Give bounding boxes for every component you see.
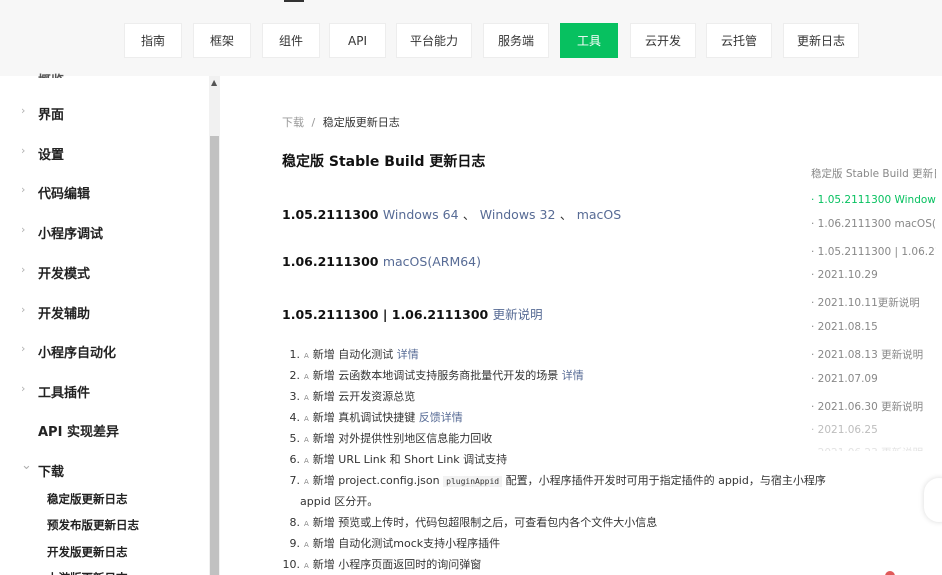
breadcrumb-link-download[interactable]: 下载 — [282, 116, 304, 129]
chevron-right-icon: › — [21, 263, 26, 276]
tag-a: A — [304, 394, 309, 402]
sidebar-subitem-prerelease[interactable]: 预发布版更新日志 — [47, 517, 139, 533]
scroll-up-arrow-icon[interactable]: ▲ — [211, 78, 217, 87]
sidebar-item-overview[interactable]: 概览 — [38, 70, 64, 78]
download-link-windows32[interactable]: Windows 32 — [480, 207, 556, 222]
feedback-detail-link[interactable]: 反馈详情 — [419, 411, 463, 424]
sidebar-item-automation[interactable]: 小程序自动化 — [38, 342, 116, 361]
toc-item[interactable]: · 2021.10.11更新说明 — [811, 295, 936, 310]
toc-item[interactable]: · 1.06.2111300 macOS(ARM64) — [811, 218, 936, 230]
version-number: 1.05.2111300 | 1.06.2111300 — [282, 307, 489, 322]
toc-item[interactable]: · 2021.08.13 更新说明 — [811, 347, 936, 362]
list-item: 1. A 新增 自动化测试 详情 — [289, 348, 419, 361]
sidebar-item-interface[interactable]: 界面 — [38, 104, 64, 123]
tag-a: A — [304, 457, 309, 465]
download-link-macos[interactable]: macOS — [577, 207, 621, 222]
chevron-right-icon: › — [21, 223, 26, 236]
separator: 、 — [462, 207, 476, 222]
chevron-right-icon: › — [21, 382, 26, 395]
tag-a: A — [304, 541, 309, 549]
top-navigation: 指南 框架 组件 API 平台能力 服务端 工具 云开发 云托管 更新日志 — [0, 0, 942, 76]
sidebar-item-code-edit[interactable]: 代码编辑 — [38, 183, 90, 202]
sidebar-subitem-nightly[interactable]: 开发版更新日志 — [47, 544, 128, 560]
tag-a: A — [304, 415, 309, 423]
chevron-right-icon: › — [21, 342, 26, 355]
toc-item[interactable]: · 2021.08.15 — [811, 321, 936, 333]
sidebar-subitem-upstream[interactable]: 上游版更新日志 — [47, 570, 128, 575]
list-item: 2. A 新增 云函数本地调试支持服务商批量代开发的场景 详情 — [289, 369, 584, 382]
toc-item[interactable]: · 2021.06.23 更新说明 — [811, 445, 936, 451]
nav-guide[interactable]: 指南 — [124, 23, 182, 58]
download-link-windows64[interactable]: Windows 64 — [383, 207, 459, 222]
sidebar-item-debug[interactable]: 小程序调试 — [38, 223, 103, 242]
toc-item-active[interactable]: · 1.05.2111300 Windows 64、Windows 32、mac… — [811, 192, 936, 207]
version-row-2: 1.06.2111300 macOS(ARM64) — [282, 254, 481, 269]
breadcrumb-current: 稳定版更新日志 — [322, 116, 400, 129]
floating-action-button[interactable] — [924, 478, 942, 522]
list-item: 6. A 新增 URL Link 和 Short Link 调试支持 — [289, 453, 508, 466]
tag-a: A — [304, 520, 309, 528]
nav-api[interactable]: API — [329, 23, 386, 58]
sidebar-item-download[interactable]: 下载 — [38, 461, 64, 480]
breadcrumb-separator: / — [311, 116, 316, 129]
version-row-1: 1.05.2111300 Windows 64 、 Windows 32 、 m… — [282, 204, 621, 223]
list-item: 4. A 新增 真机调试快捷键 反馈详情 — [289, 411, 463, 424]
toc-item[interactable]: · 2021.06.30 更新说明 — [811, 399, 936, 414]
chevron-right-icon: › — [21, 183, 26, 196]
nav-server[interactable]: 服务端 — [483, 23, 549, 58]
tag-a: A — [304, 352, 309, 360]
toc-item[interactable]: · 2021.10.29 — [811, 269, 936, 281]
separator: 、 — [559, 207, 573, 222]
sidebar-item-dev-mode[interactable]: 开发模式 — [38, 263, 90, 282]
detail-link[interactable]: 详情 — [562, 369, 584, 382]
detail-link[interactable]: 详情 — [397, 348, 419, 361]
breadcrumb: 下载 / 稳定版更新日志 — [282, 114, 400, 130]
list-item: 10. A 新增 小程序页面返回时的询问弹窗 — [282, 558, 482, 571]
nav-components[interactable]: 组件 — [262, 23, 320, 58]
list-item: 8. A 新增 预览或上传时，代码包超限制之后，可查看包内各个文件大小信息 — [289, 516, 658, 529]
sidebar-item-api-diff[interactable]: API 实现差异 — [38, 421, 119, 440]
toc-item[interactable]: · 1.05.2111300 | 1.06.2111300 更新说明 — [811, 244, 936, 259]
chevron-right-icon: › — [21, 144, 26, 157]
download-link-macos-arm64[interactable]: macOS(ARM64) — [383, 254, 481, 269]
chevron-right-icon: › — [21, 303, 26, 316]
version-row-3: 1.05.2111300 | 1.06.2111300 更新说明 — [282, 304, 543, 323]
inline-code: pluginAppid — [443, 476, 503, 487]
nav-tools[interactable]: 工具 — [560, 23, 618, 58]
list-item: 5. A 新增 对外提供性别地区信息能力回收 — [289, 432, 493, 445]
list-item: 9. A 新增 自动化测试mock支持小程序插件 — [289, 537, 501, 550]
release-notes-link[interactable]: 更新说明 — [493, 307, 543, 322]
nav-cloud-dev[interactable]: 云开发 — [630, 23, 696, 58]
toc-item[interactable]: · 2021.06.25 — [811, 424, 936, 436]
sidebar-item-settings[interactable]: 设置 — [38, 144, 64, 163]
chevron-down-icon: ⌄ — [21, 458, 32, 473]
active-indicator-line — [284, 0, 304, 2]
toc-item[interactable]: 稳定版 Stable Build 更新日志 — [811, 166, 936, 181]
tag-a: A — [304, 562, 309, 570]
list-item: 3. A 新增 云开发资源总览 — [289, 390, 416, 403]
version-number: 1.06.2111300 — [282, 254, 379, 269]
list-item: 7. A 新增 project.config.json pluginAppid 配置… — [289, 474, 826, 487]
nav-platform[interactable]: 平台能力 — [396, 23, 472, 58]
notification-dot — [885, 571, 895, 575]
sidebar-item-dev-assist[interactable]: 开发辅助 — [38, 303, 90, 322]
version-number: 1.05.2111300 — [282, 207, 379, 222]
page-title: 稳定版 Stable Build 更新日志 — [282, 154, 486, 170]
nav-cloud-host[interactable]: 云托管 — [706, 23, 772, 58]
tag-a: A — [304, 373, 309, 381]
nav-changelog[interactable]: 更新日志 — [783, 23, 859, 58]
tag-a: A — [304, 436, 309, 444]
sidebar-subitem-stable[interactable]: 稳定版更新日志 — [47, 491, 128, 507]
list-item-continuation: appid 区分开。 — [300, 495, 379, 508]
nav-framework[interactable]: 框架 — [193, 23, 251, 58]
chevron-right-icon: › — [21, 104, 26, 117]
sidebar-scrollbar-thumb[interactable] — [210, 136, 219, 575]
tag-a: A — [304, 478, 309, 486]
sidebar: 概览 › 界面 › 设置 › 代码编辑 › 小程序调试 › 开发模式 › 开发辅… — [0, 74, 220, 575]
toc-item[interactable]: · 2021.07.09 — [811, 373, 936, 385]
sidebar-item-plugins[interactable]: 工具插件 — [38, 382, 90, 401]
